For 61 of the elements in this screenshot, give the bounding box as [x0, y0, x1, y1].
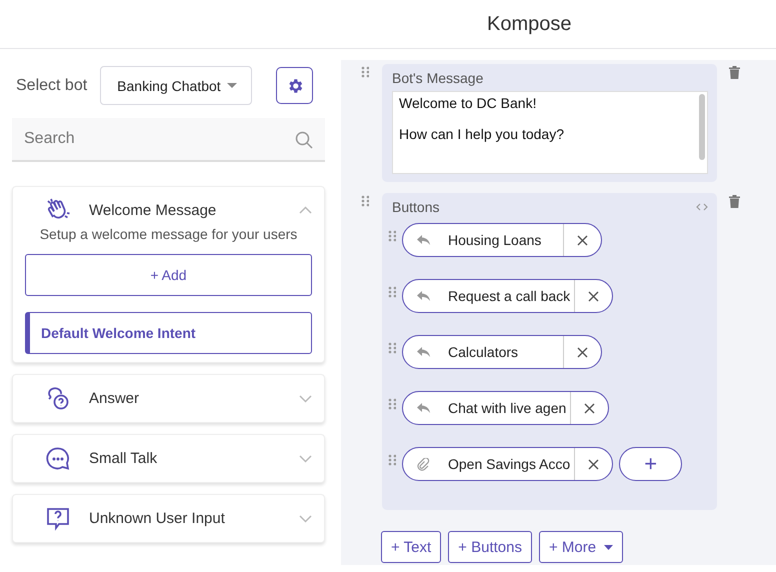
drag-handle-icon[interactable]	[388, 230, 396, 242]
card-title: Buttons	[392, 199, 440, 215]
button-chip[interactable]: Calculators	[402, 335, 602, 369]
add-chip-button[interactable]: +	[619, 447, 682, 481]
add-block-button[interactable]: + Buttons	[448, 531, 532, 563]
code-icon[interactable]	[696, 203, 708, 211]
select-bot-label: Select bot	[16, 76, 88, 94]
add-button[interactable]: + Add	[25, 254, 312, 296]
drag-handle-icon[interactable]	[388, 454, 396, 466]
reply-arrow-icon	[417, 291, 430, 301]
add-block-button[interactable]: + More	[538, 531, 624, 563]
card-title: Bot's Message	[392, 70, 484, 86]
chat-bubble-icon	[45, 446, 71, 472]
app-title: Kompose	[487, 12, 572, 36]
close-icon	[577, 346, 588, 358]
settings-button[interactable]	[276, 67, 314, 104]
section-title: Small Talk	[89, 450, 158, 467]
close-icon	[584, 402, 596, 414]
button-label: Request a call back	[447, 288, 572, 304]
section-description: Setup a welcome message for your users	[38, 226, 298, 242]
button-label: Calculators	[447, 344, 520, 360]
question-bubbles-icon	[45, 386, 71, 412]
question-box-icon	[45, 506, 71, 532]
message-line: Welcome to DC Bank!	[399, 95, 538, 111]
drag-handle-icon[interactable]	[388, 342, 396, 354]
chevron-down-icon[interactable]	[299, 394, 312, 402]
button-label: Housing Loans	[447, 232, 542, 248]
button-chip[interactable]: Chat with live agen	[402, 391, 610, 425]
trash-icon[interactable]	[729, 195, 740, 208]
close-icon	[577, 234, 588, 246]
button-label: Open Savings Acco	[447, 456, 572, 472]
reply-arrow-icon	[417, 347, 430, 357]
caret-icon	[226, 83, 237, 88]
button-chip[interactable]: Request a call back	[402, 279, 614, 313]
link-icon	[417, 458, 430, 470]
chevron-down-icon[interactable]	[299, 454, 312, 462]
add-block-button[interactable]: + Text	[381, 531, 442, 563]
close-icon	[588, 290, 600, 302]
section-title: Welcome Message	[89, 202, 218, 218]
intent-item[interactable]: Default Welcome Intent	[25, 312, 312, 354]
close-icon	[588, 458, 600, 470]
drag-handle-icon[interactable]	[388, 398, 396, 410]
chevron-down-icon[interactable]	[299, 514, 312, 522]
scrollbar	[699, 94, 705, 160]
drag-handle-icon[interactable]	[361, 195, 369, 207]
section-title: Answer	[89, 390, 140, 407]
button-label: Chat with live agen	[447, 400, 568, 416]
search-field[interactable]: Search	[12, 118, 325, 162]
message-line: How can I help you today?	[399, 126, 565, 142]
trash-icon[interactable]	[729, 66, 740, 79]
button-chip[interactable]: Housing Loans	[402, 223, 602, 257]
chevron-up-icon[interactable]	[299, 206, 312, 214]
drag-handle-icon[interactable]	[388, 286, 396, 298]
bot-dropdown[interactable]: Banking Chatbot	[100, 66, 252, 105]
message-field[interactable]: Welcome to DC Bank! How can I help you today?	[392, 91, 708, 174]
button-chip[interactable]: Open Savings Acco	[402, 447, 614, 481]
search-icon	[295, 131, 313, 149]
reply-arrow-icon	[417, 235, 430, 245]
drag-handle-icon[interactable]	[361, 66, 369, 78]
reply-arrow-icon	[417, 403, 430, 413]
section-title: Unknown User Input	[89, 510, 226, 527]
